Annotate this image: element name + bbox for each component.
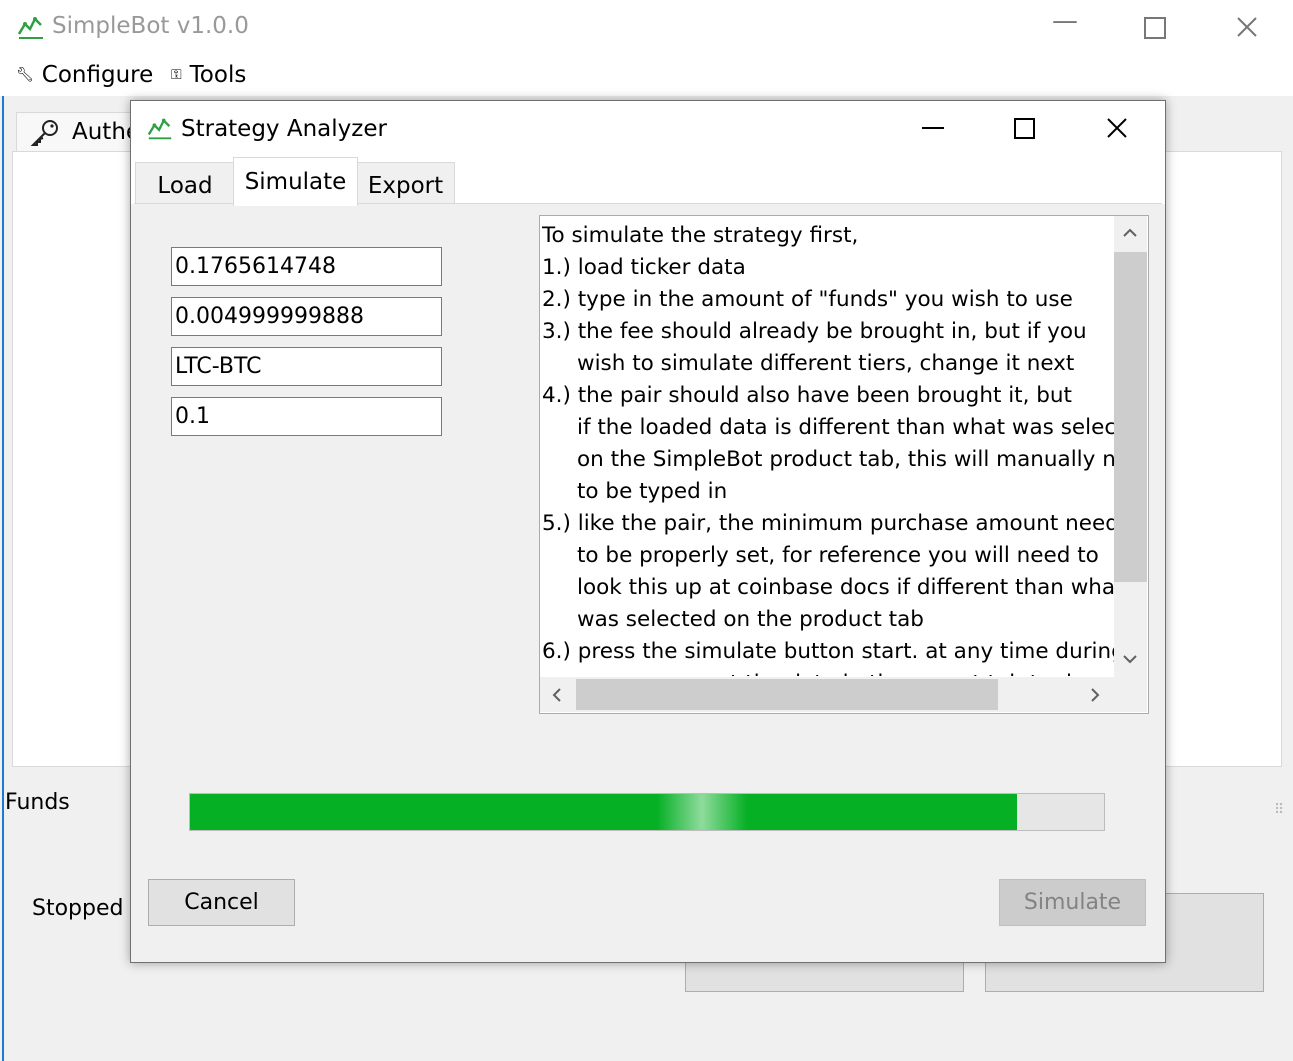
scroll-left-icon[interactable] (552, 688, 562, 702)
instructions-textbox[interactable]: To simulate the strategy first, 1.) load… (539, 215, 1149, 714)
menu-tools[interactable]: ⚿ Tools (171, 62, 246, 88)
dialog-maximize-button[interactable] (1014, 118, 1035, 139)
progress-fill (190, 794, 1017, 830)
wrench-icon: 🔧︎ (16, 67, 34, 83)
simulate-button[interactable]: Simulate (999, 879, 1146, 926)
instruction-line: look this up at coinbase docs if differe… (577, 575, 1114, 600)
instruction-line: 4.) the pair should also have been broug… (542, 383, 1072, 408)
instruction-line: you can export the data in the export ta… (542, 668, 1114, 676)
instruction-line: 5.) like the pair, the minimum purchase … (542, 511, 1114, 536)
pair-input[interactable]: LTC-BTC (171, 347, 442, 386)
status-label: Stopped (32, 896, 124, 921)
dialog-title: Strategy Analyzer (181, 116, 387, 142)
app-logo-icon (17, 16, 43, 39)
progress-shine (657, 794, 747, 830)
tab-load[interactable]: Load (135, 162, 235, 204)
minimum-purchase-input[interactable]: 0.1 (171, 397, 442, 436)
dialog-close-button[interactable] (1106, 117, 1128, 139)
tab-export-label: Export (367, 173, 444, 199)
tab-simulate-label: Simulate (244, 169, 347, 195)
scroll-up-icon[interactable] (1123, 228, 1137, 238)
menu-configure[interactable]: 🔧︎ Configure (16, 62, 153, 88)
scrollbar-corner (1114, 677, 1147, 712)
main-minimize-button[interactable]: — (1052, 6, 1078, 36)
instructions-text: To simulate the strategy first, 1.) load… (542, 220, 1114, 676)
funds-input[interactable]: 0.1765614748 (171, 247, 442, 286)
instruction-line: 2.) type in the amount of "funds" you wi… (542, 287, 1073, 312)
scroll-down-icon[interactable] (1123, 654, 1137, 664)
instruction-line: To simulate the strategy first, (542, 223, 859, 248)
instruction-line: to be properly set, for reference you wi… (577, 543, 1099, 568)
key-icon (30, 120, 58, 146)
tab-export[interactable]: Export (356, 162, 455, 204)
funds-label: Funds (5, 790, 70, 815)
instruction-line: on the SimpleBot product tab, this will … (577, 447, 1114, 472)
dialog-logo-icon (147, 118, 172, 140)
fee-input[interactable]: 0.004999999888 (171, 297, 442, 336)
main-close-button[interactable] (1236, 16, 1258, 38)
instruction-line: if the loaded data is different than wha… (577, 415, 1114, 440)
horizontal-scrollbar-thumb[interactable] (576, 679, 998, 710)
simulation-progress-bar (189, 793, 1105, 831)
vertical-scrollbar-thumb[interactable] (1114, 252, 1147, 582)
instruction-line: 1.) load ticker data (542, 255, 746, 280)
menu-tools-label: Tools (189, 62, 247, 88)
instruction-line: was selected on the product tab (577, 607, 924, 632)
instruction-line: to be typed in (577, 479, 728, 504)
tab-load-label: Load (157, 173, 213, 199)
main-window-title: SimpleBot v1.0.0 (52, 13, 249, 39)
tab-simulate[interactable]: Simulate (233, 157, 358, 206)
key-small-icon: ⚿ (171, 67, 182, 83)
resize-grip-icon[interactable]: ⠿ (1274, 802, 1284, 818)
scroll-right-icon[interactable] (1090, 688, 1100, 702)
menu-configure-label: Configure (41, 62, 154, 88)
instruction-line: 3.) the fee should already be brought in… (542, 319, 1087, 344)
dialog-minimize-button[interactable] (922, 127, 944, 129)
instruction-line: wish to simulate different tiers, change… (577, 351, 1075, 376)
instruction-line: 6.) press the simulate button start. at … (542, 639, 1114, 664)
cancel-button[interactable]: Cancel (148, 879, 295, 926)
main-maximize-button[interactable] (1144, 17, 1166, 39)
